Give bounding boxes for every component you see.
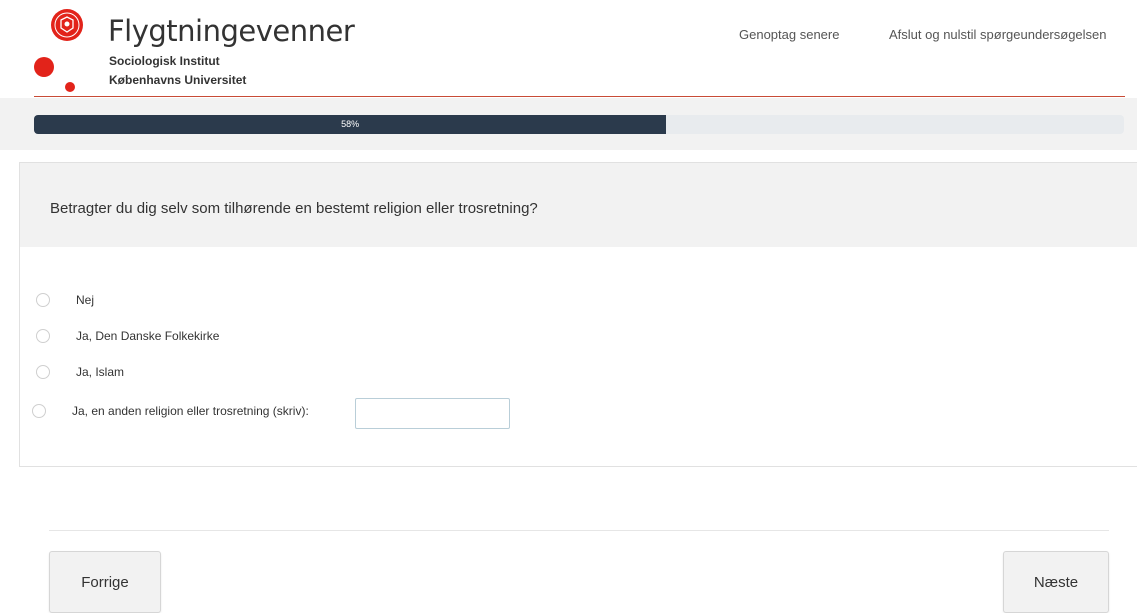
- option-label: Ja, en anden religion eller trosretning …: [72, 404, 309, 418]
- radio-other-religion[interactable]: [32, 404, 46, 418]
- option-islam[interactable]: Ja, Islam: [20, 363, 320, 383]
- radio-nej[interactable]: [36, 293, 50, 307]
- previous-button[interactable]: Forrige: [49, 551, 161, 613]
- progress-bar: 58%: [34, 115, 1124, 134]
- option-label: Ja, Den Danske Folkekirke: [76, 329, 220, 343]
- resume-later-link[interactable]: Genoptag senere: [739, 27, 839, 42]
- option-label: Ja, Islam: [76, 365, 125, 379]
- option-other-religion[interactable]: Ja, en anden religion eller trosretning …: [20, 403, 350, 423]
- other-religion-input[interactable]: [355, 398, 510, 429]
- option-label: Nej: [76, 293, 95, 307]
- radio-islam[interactable]: [36, 365, 50, 379]
- nav-divider: [49, 530, 1109, 531]
- option-nej[interactable]: Nej: [20, 291, 320, 311]
- site-title: Flygtningevenner: [108, 14, 355, 48]
- question-card: Betragter du dig selv som tilhørende en …: [19, 162, 1137, 467]
- header-divider: [34, 96, 1125, 97]
- option-folkekirke[interactable]: Ja, Den Danske Folkekirke: [20, 327, 320, 347]
- question-text: Betragter du dig selv som tilhørende en …: [50, 200, 538, 217]
- radio-folkekirke[interactable]: [36, 329, 50, 343]
- site-subtitle-institute: Sociologisk Institut: [109, 54, 220, 68]
- progress-fill: 58%: [34, 115, 667, 134]
- question-header: Betragter du dig selv som tilhørende en …: [20, 163, 1137, 247]
- next-button[interactable]: Næste: [1003, 551, 1109, 613]
- quit-and-reset-link[interactable]: Afslut og nulstil spørgeundersøgelsen: [889, 27, 1107, 42]
- site-subtitle-university: Københavns Universitet: [109, 73, 247, 87]
- university-logo: [34, 9, 83, 92]
